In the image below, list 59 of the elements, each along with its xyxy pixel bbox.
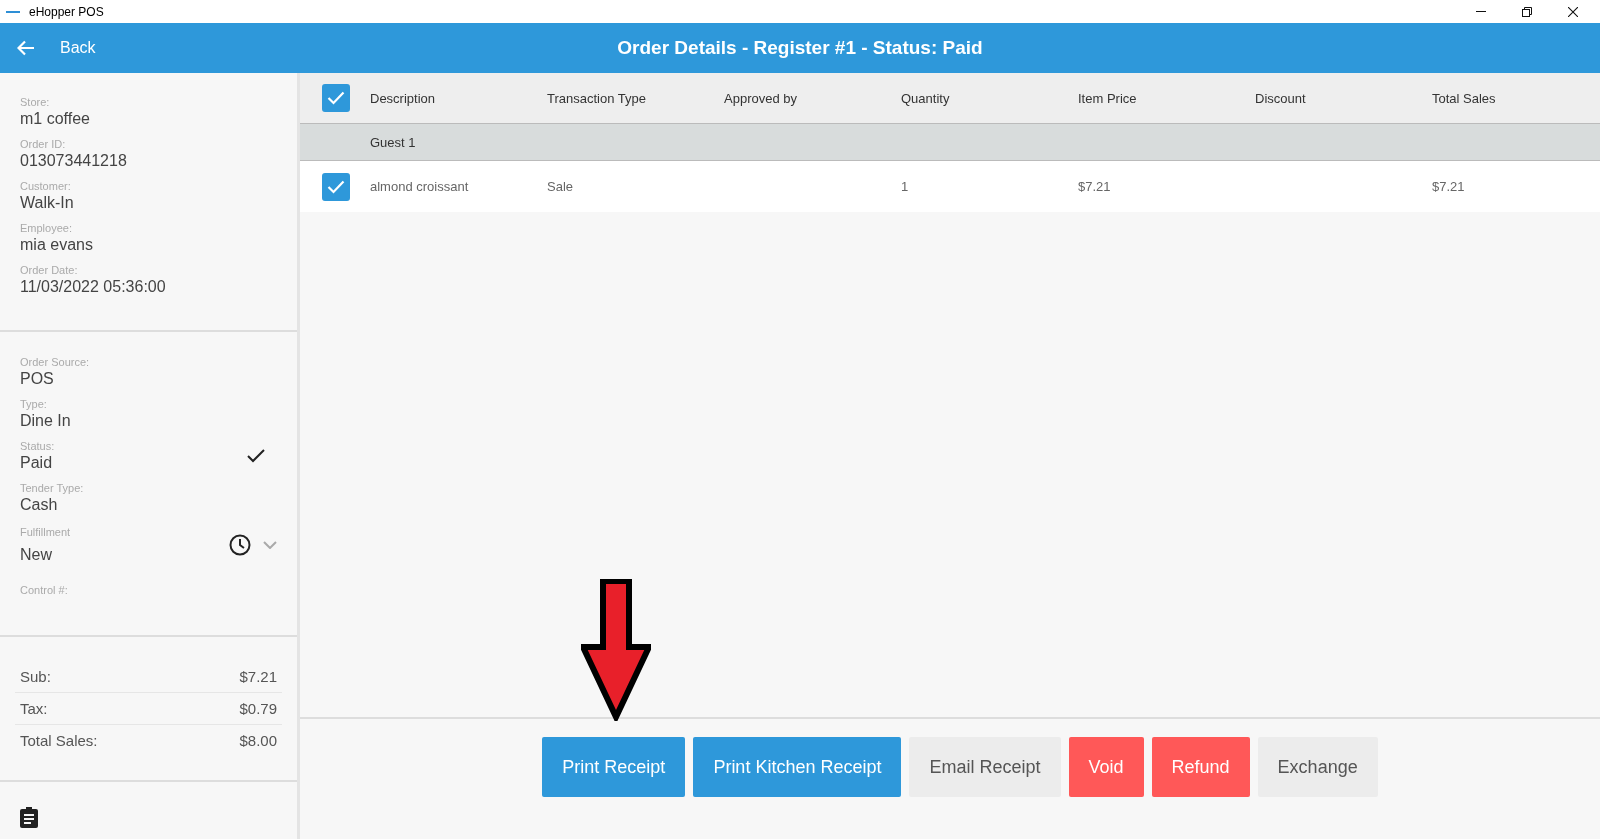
action-button[interactable]: Print Receipt xyxy=(542,737,686,797)
column-header: Item Price xyxy=(1078,90,1138,106)
column-header: Total Sales xyxy=(1432,90,1497,106)
field-label: Store: xyxy=(20,96,51,109)
back-button[interactable]: Back xyxy=(17,39,96,57)
field-label: Order ID: xyxy=(20,138,67,151)
select-all-checkbox[interactable] xyxy=(322,84,350,112)
action-button[interactable]: Email Receipt xyxy=(909,737,1061,797)
field-label: Type: xyxy=(20,398,48,411)
field-label: Tender Type: xyxy=(20,482,84,495)
total-value: $8.00 xyxy=(239,732,277,749)
total-value: $7.21 xyxy=(239,668,277,685)
field-value: mia evans xyxy=(20,235,94,254)
total-label: Sub: xyxy=(20,668,51,685)
column-header: Approved by xyxy=(724,90,798,106)
field-value: POS xyxy=(20,369,55,388)
field-label: Order Source: xyxy=(20,356,90,369)
field-value: New xyxy=(20,545,53,564)
clipboard-icon[interactable] xyxy=(20,806,38,828)
column-header: Quantity xyxy=(901,90,951,106)
action-button[interactable]: Void xyxy=(1068,737,1144,797)
action-button[interactable]: Exchange xyxy=(1257,737,1378,797)
checkmark-icon xyxy=(327,179,345,194)
column-header: Transaction Type xyxy=(547,90,647,106)
group-header: Guest 1 xyxy=(370,134,417,150)
field-label: Order Date: xyxy=(20,264,79,277)
table-cell: $7.21 xyxy=(1432,179,1465,194)
table-cell: 1 xyxy=(901,179,909,194)
page-title: Order Details - Register #1 - Status: Paid xyxy=(617,37,983,59)
field-label: Customer: xyxy=(20,180,72,193)
field-value: 11/03/2022 05:36:00 xyxy=(20,277,167,296)
action-button[interactable]: Refund xyxy=(1151,737,1250,797)
table-cell: Sale xyxy=(547,179,574,194)
column-header: Description xyxy=(370,90,437,106)
field-value: 013073441218 xyxy=(20,151,128,170)
table-cell: $7.21 xyxy=(1078,179,1111,194)
field-label: Employee: xyxy=(20,222,73,235)
field-value: Dine In xyxy=(20,411,71,430)
field-label: Fulfillment xyxy=(20,526,71,539)
window-title: eHopper POS xyxy=(29,4,104,19)
back-arrow-icon xyxy=(17,40,35,56)
action-button[interactable]: Print Kitchen Receipt xyxy=(693,737,902,797)
total-label: Total Sales: xyxy=(20,732,98,749)
total-label: Tax: xyxy=(20,700,48,717)
close-icon[interactable] xyxy=(1568,6,1578,17)
checkmark-icon xyxy=(247,449,265,463)
checkmark-icon xyxy=(327,91,345,105)
column-header: Discount xyxy=(1255,90,1307,106)
field-value: Paid xyxy=(20,453,54,472)
field-value: Walk-In xyxy=(20,193,75,212)
clock-icon[interactable] xyxy=(229,534,251,556)
total-value: $0.79 xyxy=(239,700,277,717)
field-value: m1 coffee xyxy=(20,109,91,128)
restore-icon[interactable] xyxy=(1522,6,1532,17)
field-label: Control #: xyxy=(20,584,68,597)
row-checkbox[interactable] xyxy=(322,172,350,201)
field-label: Status: xyxy=(20,440,55,453)
field-value: Cash xyxy=(20,495,59,514)
table-cell: almond croissant xyxy=(370,179,469,194)
